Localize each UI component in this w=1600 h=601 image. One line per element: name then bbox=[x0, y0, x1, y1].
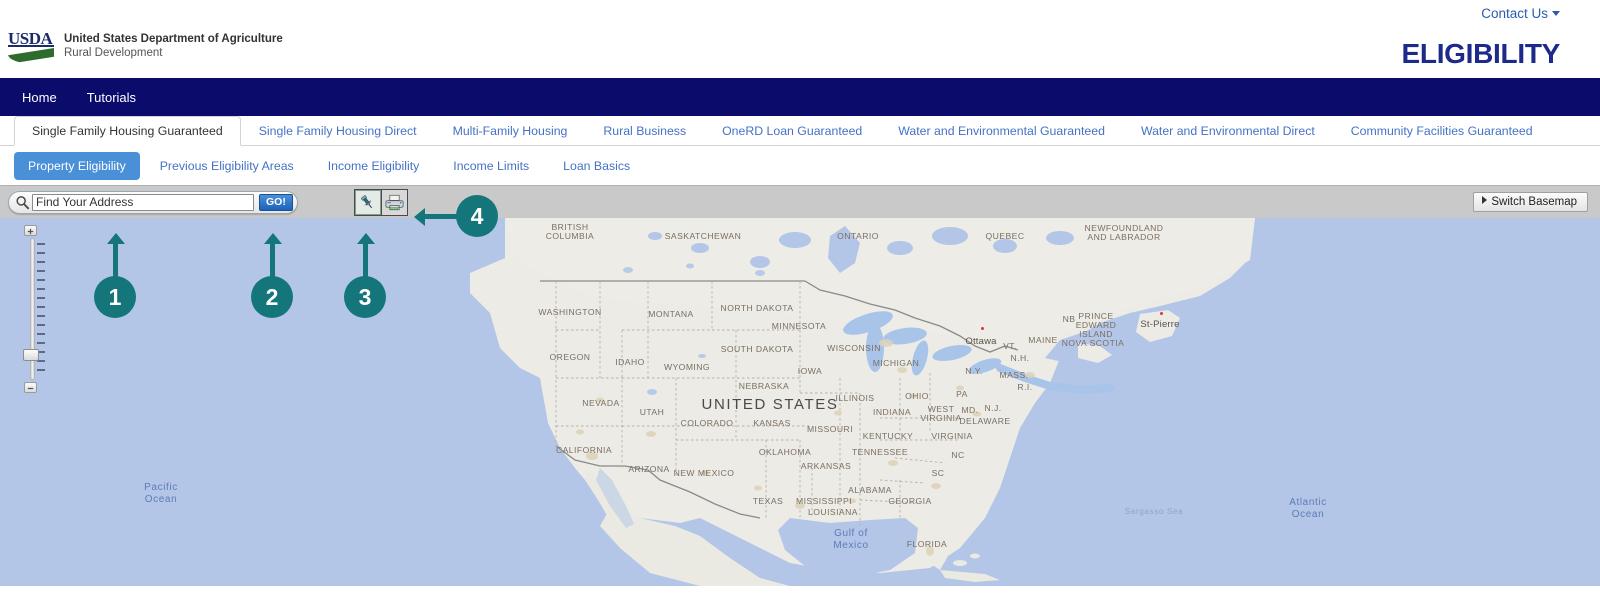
usda-logo-swoosh bbox=[8, 48, 54, 64]
magnifier-icon[interactable] bbox=[12, 193, 32, 211]
subtab-property-eligibility[interactable]: Property Eligibility bbox=[14, 151, 140, 180]
zoom-slider-handle[interactable] bbox=[23, 349, 39, 361]
tab-onerd-loan-guaranteed[interactable]: OneRD Loan Guaranteed bbox=[704, 116, 880, 145]
tab-water-and-environmental-direct[interactable]: Water and Environmental Direct bbox=[1123, 116, 1333, 145]
subtab-loan-basics[interactable]: Loan Basics bbox=[549, 152, 644, 180]
address-search-box: GO! bbox=[8, 190, 298, 214]
usda-logo-icon: USDA bbox=[8, 30, 54, 64]
usda-logo-underline bbox=[8, 45, 54, 47]
usda-brand[interactable]: USDA United States Department of Agricul… bbox=[8, 30, 283, 64]
chevron-right-icon bbox=[1482, 196, 1488, 204]
tab-multi-family-housing[interactable]: Multi-Family Housing bbox=[435, 116, 586, 145]
push-pin-icon bbox=[361, 194, 373, 208]
tab-rural-business[interactable]: Rural Business bbox=[585, 116, 704, 145]
search-input[interactable] bbox=[32, 193, 254, 211]
printer-icon bbox=[385, 194, 404, 210]
subtab-income-eligibility[interactable]: Income Eligibility bbox=[314, 152, 434, 180]
switch-basemap-label: Switch Basemap bbox=[1491, 196, 1577, 208]
print-tool-button[interactable] bbox=[380, 189, 407, 215]
switch-basemap-button[interactable]: Switch Basemap bbox=[1473, 192, 1588, 212]
map-city-dot bbox=[981, 327, 984, 330]
zoom-in-button[interactable] bbox=[24, 225, 37, 236]
minus-icon bbox=[27, 387, 34, 389]
go-button[interactable]: GO! bbox=[259, 193, 293, 211]
chevron-down-icon bbox=[1552, 11, 1560, 16]
usda-agency-text: United States Department of Agriculture … bbox=[64, 30, 283, 60]
map-geometry bbox=[0, 218, 1600, 586]
sub-tab-bar: Property Eligibility Previous Eligibilit… bbox=[0, 146, 1600, 185]
program-tab-bar: Single Family Housing Guaranteed Single … bbox=[0, 116, 1600, 146]
tab-water-and-environmental-guaranteed[interactable]: Water and Environmental Guaranteed bbox=[880, 116, 1123, 145]
map-tool-group bbox=[353, 188, 408, 216]
map-city-dot bbox=[1160, 312, 1163, 315]
nav-item-home[interactable]: Home bbox=[22, 90, 57, 105]
tab-single-family-housing-direct[interactable]: Single Family Housing Direct bbox=[241, 116, 435, 145]
contact-us-link[interactable]: Contact Us bbox=[1481, 6, 1560, 21]
agency-subunit: Rural Development bbox=[64, 47, 163, 59]
subtab-previous-eligibility-areas[interactable]: Previous Eligibility Areas bbox=[146, 152, 308, 180]
subtab-income-limits[interactable]: Income Limits bbox=[439, 152, 543, 180]
tab-single-family-housing-guaranteed[interactable]: Single Family Housing Guaranteed bbox=[14, 116, 241, 146]
plus-icon bbox=[27, 228, 34, 234]
contact-us-label: Contact Us bbox=[1481, 6, 1548, 21]
tab-community-facilities-guaranteed[interactable]: Community Facilities Guaranteed bbox=[1333, 116, 1551, 145]
agency-name: United States Department of Agriculture bbox=[64, 33, 283, 45]
main-navigation: Home Tutorials bbox=[0, 78, 1600, 116]
zoom-out-button[interactable] bbox=[24, 382, 37, 393]
pin-tool-button[interactable] bbox=[354, 189, 381, 215]
map-zoom-slider[interactable] bbox=[22, 225, 45, 393]
eligibility-map[interactable]: UNITED STATES BRITISH COLUMBIA SASKATCHEWAN… bbox=[0, 218, 1600, 586]
map-toolbar: GO! Switch Basemap bbox=[0, 185, 1600, 218]
nav-item-tutorials[interactable]: Tutorials bbox=[87, 90, 136, 105]
page-title: ELIGIBILITY bbox=[1401, 38, 1561, 69]
page-header: Contact Us USDA United States Department… bbox=[0, 0, 1600, 78]
